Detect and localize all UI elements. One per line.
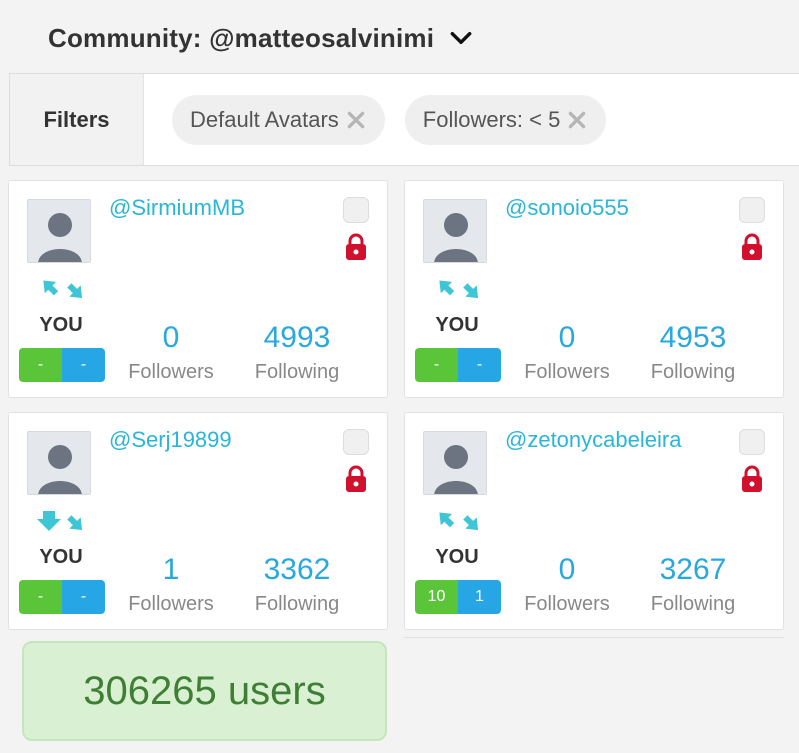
select-checkbox[interactable] <box>739 429 765 455</box>
lock-icon <box>346 233 366 260</box>
relationship-arrows-icon <box>439 512 479 531</box>
followers-count: 0 <box>558 553 576 586</box>
following-count: 4953 <box>659 321 727 354</box>
followers-stat: 0 Followers <box>517 553 617 616</box>
filter-chip-label: Default Avatars <box>190 106 339 132</box>
followers-count: 0 <box>162 321 180 354</box>
select-checkbox[interactable] <box>343 197 369 223</box>
filter-chip-default-avatars[interactable]: Default Avatars <box>172 94 385 145</box>
following-count: 3362 <box>263 553 331 586</box>
page-title: Community: @matteosalvinimi <box>48 22 435 53</box>
bar-left-value: - <box>19 348 62 382</box>
select-checkbox[interactable] <box>739 197 765 223</box>
close-icon[interactable] <box>345 109 367 131</box>
total-users-badge: 306265 users <box>22 641 387 741</box>
page-header[interactable]: Community: @matteosalvinimi <box>48 20 474 56</box>
followers-count: 1 <box>162 553 180 586</box>
filter-chip-followers[interactable]: Followers: < 5 <box>404 94 607 145</box>
user-card[interactable]: @sonoio555 YOU - - 0 Followers 4953 Foll… <box>404 180 784 398</box>
followers-label: Followers <box>128 361 214 383</box>
bar-left-value: - <box>19 580 62 614</box>
bar-left-value: 10 <box>415 580 458 614</box>
relation-count-bar[interactable]: - - <box>415 348 501 382</box>
user-card[interactable]: @SirmiumMB YOU - - 0 Followers 4993 Foll… <box>8 180 388 398</box>
user-handle-link[interactable]: @sonoio555 <box>505 195 629 221</box>
relation-count-bar[interactable]: - - <box>19 348 105 382</box>
following-stat: 3267 Following <box>641 553 745 616</box>
followers-label: Followers <box>524 593 610 615</box>
followers-label: Followers <box>524 361 610 383</box>
followers-stat: 0 Followers <box>121 321 221 384</box>
relationship-arrows-icon <box>43 280 83 299</box>
filters-label: Filters <box>10 74 144 165</box>
following-stat: 4953 Following <box>641 321 745 384</box>
divider <box>404 637 784 638</box>
lock-icon <box>742 465 762 492</box>
chevron-down-icon[interactable] <box>448 25 474 51</box>
you-label: YOU <box>39 314 83 336</box>
user-card[interactable]: @Serj19899 YOU - - 1 Followers 3362 Foll… <box>8 412 388 630</box>
user-card[interactable]: @zetonycabeleira YOU 10 1 0 Followers 32… <box>404 412 784 630</box>
user-handle-link[interactable]: @SirmiumMB <box>109 195 245 221</box>
default-avatar-icon <box>423 431 487 495</box>
relation-count-bar[interactable]: - - <box>19 580 105 614</box>
follows-you-arrow-icon <box>37 511 83 531</box>
following-count: 3267 <box>659 553 727 586</box>
you-label: YOU <box>435 546 479 568</box>
filter-chips: Default Avatars Followers: < 5 <box>144 74 607 165</box>
relationship-arrows-icon <box>439 280 479 299</box>
followers-label: Followers <box>128 593 214 615</box>
user-handle-link[interactable]: @zetonycabeleira <box>505 427 681 453</box>
followers-stat: 0 Followers <box>517 321 617 384</box>
following-label: Following <box>650 593 736 615</box>
followers-stat: 1 Followers <box>121 553 221 616</box>
following-stat: 3362 Following <box>245 553 349 616</box>
following-stat: 4993 Following <box>245 321 349 384</box>
close-icon[interactable] <box>566 109 588 131</box>
default-avatar-icon <box>423 199 487 263</box>
filters-bar: Filters Default Avatars Followers: < 5 <box>9 73 799 166</box>
following-label: Following <box>254 593 340 615</box>
bar-right-value: 1 <box>458 580 501 614</box>
lock-icon <box>346 465 366 492</box>
following-count: 4993 <box>263 321 331 354</box>
following-label: Following <box>254 361 340 383</box>
following-label: Following <box>650 361 736 383</box>
relation-count-bar[interactable]: 10 1 <box>415 580 501 614</box>
bar-right-value: - <box>458 348 501 382</box>
user-handle-link[interactable]: @Serj19899 <box>109 427 232 453</box>
bar-left-value: - <box>415 348 458 382</box>
you-label: YOU <box>435 314 479 336</box>
default-avatar-icon <box>27 431 91 495</box>
lock-icon <box>742 233 762 260</box>
default-avatar-icon <box>27 199 91 263</box>
filter-chip-label: Followers: < 5 <box>422 106 561 132</box>
select-checkbox[interactable] <box>343 429 369 455</box>
you-label: YOU <box>39 546 83 568</box>
followers-count: 0 <box>558 321 576 354</box>
bar-right-value: - <box>62 580 105 614</box>
bar-right-value: - <box>62 348 105 382</box>
